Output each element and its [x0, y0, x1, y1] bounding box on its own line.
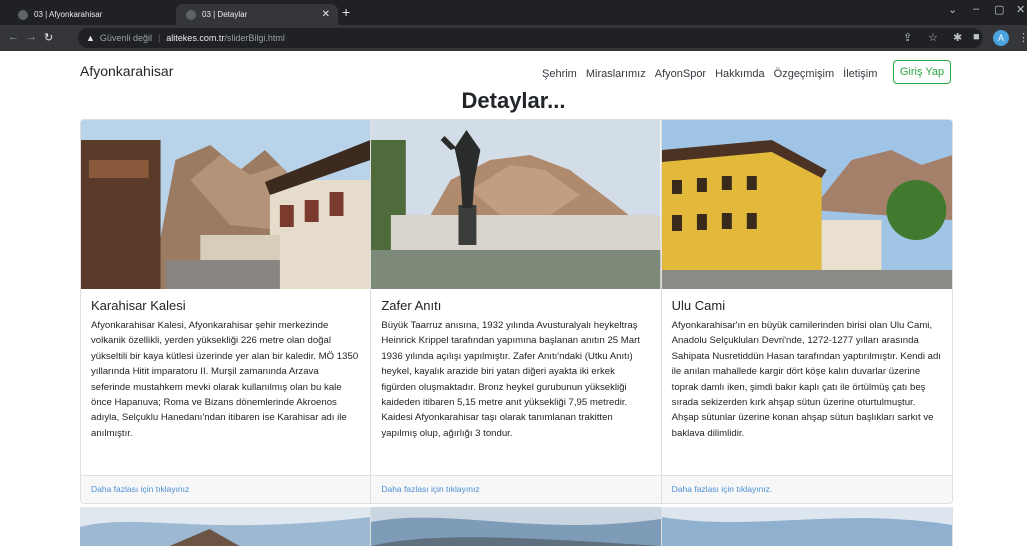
- card-group: Karahisar Kalesi Afyonkarahisar Kalesi, …: [80, 119, 953, 504]
- card-image-partial: [371, 507, 662, 546]
- tab-title: 03 | Afyonkarahisar: [34, 10, 103, 19]
- maximize-icon[interactable]: ▢: [994, 3, 1004, 16]
- browser-toolbar: ← → ↻ ▲ Güvenli değil | alitekes.com.tr /…: [0, 25, 1027, 51]
- url-path: /sliderBilgi.html: [224, 33, 285, 43]
- nav-item-hakkimda[interactable]: Hakkımda: [715, 68, 765, 80]
- warning-icon[interactable]: ▲: [86, 33, 95, 43]
- browser-tab-bar: 03 | Afyonkarahisar ✕ 03 | Detaylar ✕ + …: [0, 0, 1027, 25]
- bookmark-star-icon[interactable]: ☆: [928, 31, 938, 44]
- site-nav: Şehrim Miraslarımız AfyonSpor Hakkımda Ö…: [542, 64, 877, 84]
- nav-item-afyonspor[interactable]: AfyonSpor: [655, 68, 706, 80]
- forward-icon[interactable]: →: [26, 31, 37, 43]
- back-icon[interactable]: ←: [8, 31, 19, 43]
- address-divider: |: [157, 33, 161, 43]
- browser-tab[interactable]: 03 | Afyonkarahisar ✕: [8, 4, 199, 25]
- card-karahisar-kalesi: Karahisar Kalesi Afyonkarahisar Kalesi, …: [81, 120, 372, 503]
- side-panel-icon[interactable]: ■: [973, 31, 980, 43]
- profile-avatar[interactable]: A: [993, 30, 1009, 46]
- menu-icon[interactable]: ⋮: [1018, 31, 1027, 44]
- more-info-link[interactable]: Daha fazlası için tıklayınız.: [661, 475, 952, 503]
- card-ulu-cami: Ulu Cami Afyonkarahisar'ın en büyük cami…: [661, 120, 952, 503]
- favicon-icon: [186, 9, 196, 20]
- card-image-partial: [80, 507, 371, 546]
- card-zafer-aniti: Zafer Anıtı Büyük Taarruz anısına, 1932 …: [371, 120, 662, 503]
- minimize-icon[interactable]: –: [973, 3, 979, 15]
- nav-item-ozgecmisim[interactable]: Özgeçmişim: [774, 68, 835, 80]
- card-row-next: [80, 507, 953, 546]
- favicon-icon: [18, 9, 28, 20]
- card-text: Büyük Taarruz anısına, 1932 yılında Avus…: [381, 320, 640, 439]
- mosque-image: [661, 120, 952, 289]
- new-tab-icon[interactable]: +: [342, 4, 350, 20]
- page-title: Detaylar...: [461, 88, 566, 113]
- monument-image: [371, 120, 661, 289]
- castle-image: [81, 120, 371, 289]
- nav-item-iletisim[interactable]: İletişim: [843, 68, 877, 80]
- share-icon[interactable]: ⇪: [903, 31, 912, 44]
- card-text: Afyonkarahisar Kalesi, Afyonkarahisar şe…: [91, 320, 359, 439]
- site-brand[interactable]: Afyonkarahisar: [80, 63, 173, 79]
- nav-item-sehrim[interactable]: Şehrim: [542, 68, 577, 80]
- address-bar[interactable]: ▲ Güvenli değil | alitekes.com.tr/slider…: [78, 28, 983, 48]
- login-button[interactable]: Giriş Yap: [893, 60, 951, 84]
- close-tab-icon[interactable]: ✕: [322, 9, 330, 20]
- tab-title: 03 | Detaylar: [202, 10, 248, 19]
- card-text: Afyonkarahisar'ın en büyük camilerinden …: [671, 320, 941, 439]
- more-info-link[interactable]: Daha fazlası için tıklayınız: [371, 475, 661, 503]
- card-title: Zafer Anıtı: [381, 298, 442, 313]
- url-domain: alitekes.com.tr: [166, 33, 225, 43]
- more-info-link[interactable]: Daha fazlası için tıklayınız: [81, 475, 371, 503]
- browser-tab-active[interactable]: 03 | Detaylar ✕: [176, 4, 338, 25]
- security-label[interactable]: Güvenli değil: [100, 33, 152, 43]
- card-title: Ulu Cami: [671, 298, 726, 313]
- extensions-icon[interactable]: ✱: [953, 31, 962, 44]
- card-image-partial: [662, 507, 953, 546]
- card-title: Karahisar Kalesi: [91, 298, 186, 313]
- tab-search-icon[interactable]: ⌄: [948, 3, 957, 16]
- reload-icon[interactable]: ↻: [44, 31, 53, 44]
- nav-item-miraslarimiz[interactable]: Miraslarımız: [586, 68, 646, 80]
- close-window-icon[interactable]: ✕: [1016, 3, 1025, 16]
